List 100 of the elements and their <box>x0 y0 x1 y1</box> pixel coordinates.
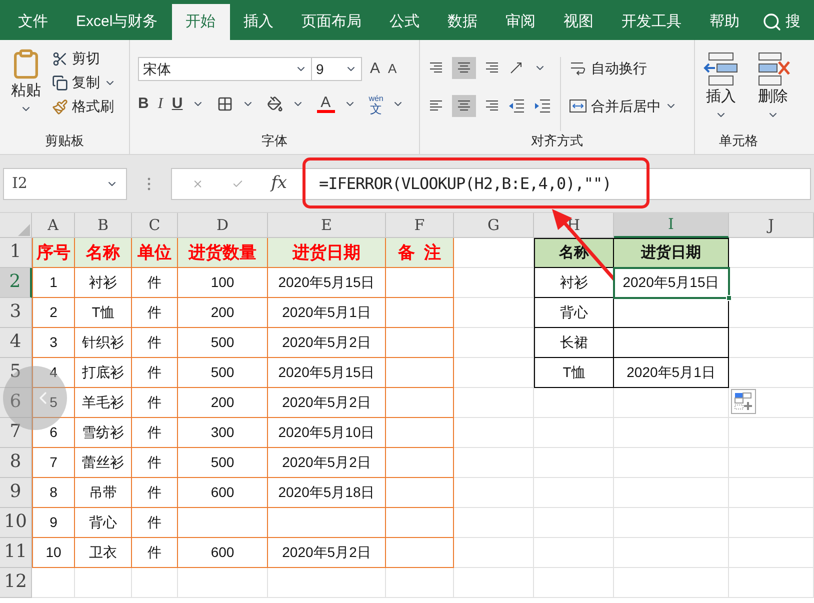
row-header[interactable]: 12 <box>0 568 32 598</box>
table-cell: 6 <box>32 418 75 448</box>
column-header[interactable]: A <box>32 213 75 238</box>
fill-handle[interactable] <box>726 295 732 301</box>
format-painter-button[interactable]: 格式刷 <box>52 96 116 117</box>
row-header[interactable]: 10 <box>0 508 32 538</box>
row-header[interactable]: 7 <box>0 418 32 448</box>
column-header[interactable]: C <box>132 213 178 238</box>
ribbon-tab[interactable]: 数据 <box>434 4 492 40</box>
row-header[interactable]: 3 <box>0 298 32 328</box>
table-cell: 500 <box>178 328 268 358</box>
row-header[interactable]: 8 <box>0 448 32 478</box>
scissors-icon <box>52 50 68 66</box>
ribbon-tab[interactable]: 视图 <box>550 4 608 40</box>
cut-button[interactable]: 剪切 <box>52 48 116 69</box>
copy-button[interactable]: 复制 <box>52 72 100 93</box>
column-header[interactable]: B <box>75 213 132 238</box>
align-top-icon[interactable] <box>428 61 444 75</box>
table-cell[interactable]: 长裙 <box>534 328 614 358</box>
ribbon-tab[interactable]: 审阅 <box>492 4 550 40</box>
row-header[interactable]: 11 <box>0 538 32 568</box>
fill-color-icon[interactable] <box>266 96 283 112</box>
decrease-indent-icon[interactable] <box>508 99 526 113</box>
column-header[interactable]: E <box>268 213 386 238</box>
ribbon-tab[interactable]: 开发工具 <box>608 4 696 40</box>
align-center-icon[interactable] <box>456 99 472 113</box>
table-cell <box>386 478 454 508</box>
paste-options-icon <box>734 392 753 411</box>
align-right-icon[interactable] <box>484 99 500 113</box>
merge-icon <box>569 98 587 114</box>
table-cell: 件 <box>132 328 178 358</box>
table-cell[interactable]: 背心 <box>534 298 614 328</box>
insert-function-button[interactable]: fx <box>271 170 287 196</box>
row-header[interactable]: 4 <box>0 328 32 358</box>
row-header[interactable]: 1 <box>0 238 32 268</box>
table-cell[interactable]: T恤 <box>534 358 614 388</box>
merge-center-button[interactable]: 合并后居中 <box>569 95 661 117</box>
align-bottom-icon[interactable] <box>484 61 500 75</box>
font-size-field[interactable]: 9 <box>312 57 362 81</box>
paste-options-button[interactable] <box>731 389 756 414</box>
table-cell[interactable] <box>614 328 729 358</box>
column-header[interactable]: F <box>386 213 454 238</box>
ribbon-tab[interactable]: 帮助 <box>696 4 754 40</box>
ribbon-tab[interactable]: 公式 <box>376 4 434 40</box>
phonetic-button[interactable]: wén 文 <box>368 94 384 114</box>
insert-button[interactable]: 插入 <box>703 52 739 130</box>
table-cell <box>386 448 454 478</box>
table-cell <box>132 568 178 598</box>
table-cell: 件 <box>132 478 178 508</box>
column-header[interactable]: G <box>454 213 534 238</box>
column-heading: 名称 <box>75 238 132 268</box>
borders-icon[interactable] <box>216 96 233 112</box>
column-header[interactable]: I <box>614 213 729 238</box>
row-header[interactable]: 9 <box>0 478 32 508</box>
table-cell: 吊带 <box>75 478 132 508</box>
table-cell: 3 <box>32 328 75 358</box>
search-icon[interactable] <box>762 12 782 32</box>
table-cell: 件 <box>132 508 178 538</box>
table-cell: 衬衫 <box>75 268 132 298</box>
ribbon-tab[interactable]: 插入 <box>230 4 288 40</box>
column-header[interactable]: D <box>178 213 268 238</box>
shrink-font-button[interactable]: A <box>388 59 397 79</box>
grow-font-button[interactable]: A <box>370 58 380 80</box>
table-cell: 9 <box>32 508 75 538</box>
table-cell: 100 <box>178 268 268 298</box>
table-cell[interactable]: 2020年5月15日 <box>614 268 729 298</box>
ribbon-tab[interactable]: 页面布局 <box>288 4 376 40</box>
name-box[interactable]: I2 <box>3 168 127 200</box>
table-cell: 件 <box>132 418 178 448</box>
italic-button[interactable]: I <box>158 93 163 116</box>
increase-indent-icon[interactable] <box>534 99 552 113</box>
row-header[interactable]: 5 <box>0 358 32 388</box>
table-cell: 羊毛衫 <box>75 388 132 418</box>
table-cell[interactable]: 2020年5月1日 <box>614 358 729 388</box>
delete-button[interactable]: 删除 <box>755 52 791 130</box>
font-name-field[interactable]: 宋体 <box>138 57 312 81</box>
table-cell: 7 <box>32 448 75 478</box>
table-cell: 件 <box>132 448 178 478</box>
ribbon-tab[interactable]: 文件 <box>4 4 62 40</box>
table-cell <box>386 268 454 298</box>
wrap-text-button[interactable]: 自动换行 <box>569 57 677 79</box>
table-cell <box>386 388 454 418</box>
column-header[interactable]: J <box>729 213 814 238</box>
align-middle-icon[interactable] <box>456 61 472 75</box>
table-cell: 200 <box>178 388 268 418</box>
paste-button[interactable]: 粘贴 <box>4 48 48 130</box>
table-cell: 件 <box>132 538 178 568</box>
ribbon-tab[interactable]: 开始 <box>172 4 230 40</box>
bold-button[interactable]: B <box>138 93 149 116</box>
table-cell[interactable]: 衬衫 <box>534 268 614 298</box>
ribbon-tab[interactable]: Excel与财务 <box>62 4 172 40</box>
table-cell[interactable] <box>614 298 729 328</box>
row-header[interactable]: 2 <box>0 268 32 298</box>
table-cell: 2020年5月2日 <box>268 538 386 568</box>
align-left-icon[interactable] <box>428 99 444 113</box>
font-color-button[interactable]: A <box>316 96 335 113</box>
search-label[interactable]: 搜 <box>786 10 801 34</box>
table-cell: 2020年5月2日 <box>268 328 386 358</box>
table-cell <box>386 418 454 448</box>
underline-button[interactable]: U <box>172 93 183 116</box>
